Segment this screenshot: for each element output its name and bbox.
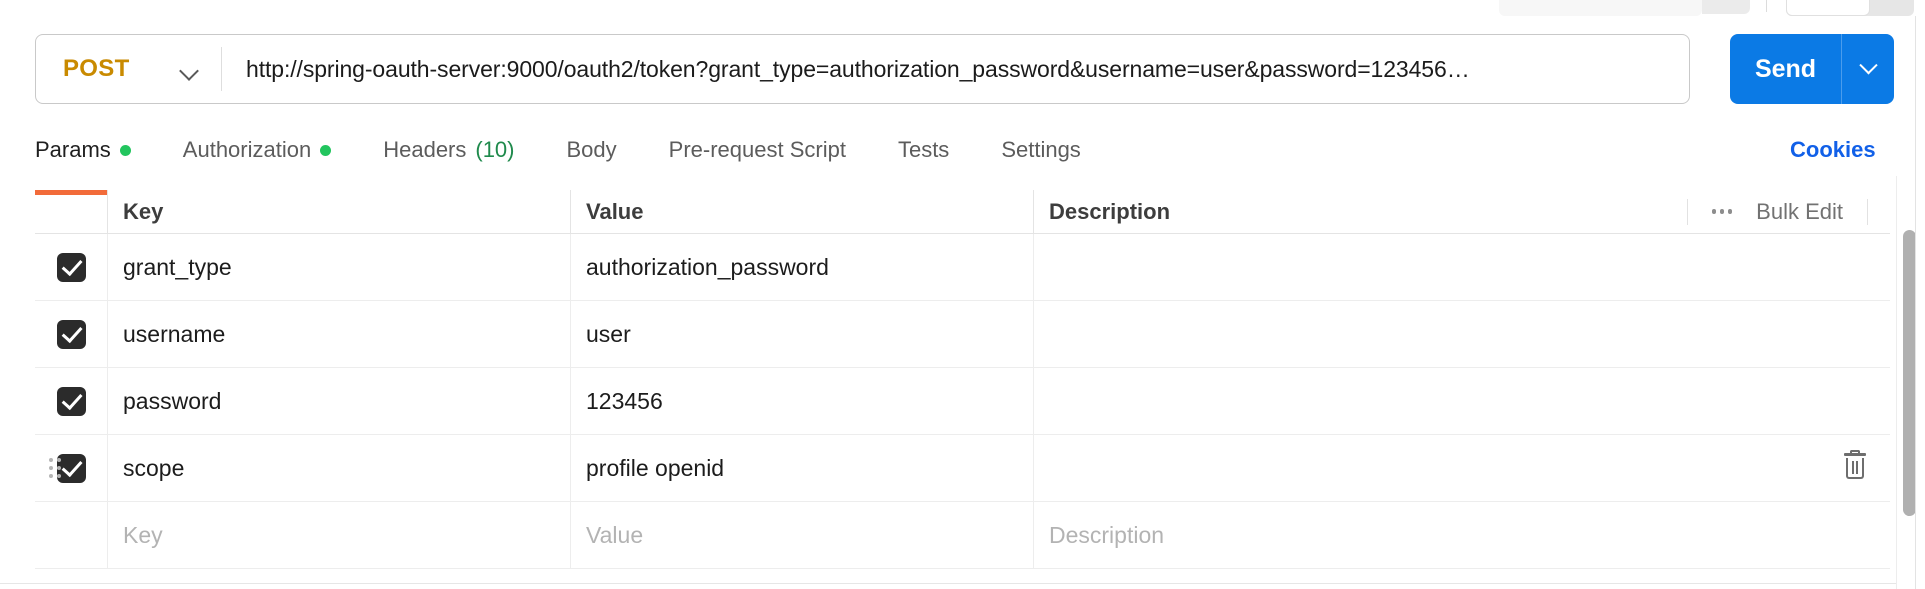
- table-row[interactable]: password 123456: [35, 368, 1890, 435]
- actions-divider-left: [1686, 198, 1688, 225]
- row-key-text: scope: [123, 454, 185, 481]
- column-header-value: Value: [586, 198, 644, 224]
- tab-tests[interactable]: Tests: [898, 122, 949, 178]
- row-key-cell[interactable]: scope: [108, 435, 571, 501]
- tab-label: Params: [35, 137, 111, 162]
- table-row[interactable]: scope profile openid: [35, 435, 1890, 502]
- request-tabs: Params Authorization Headers (10) Body P…: [35, 122, 1133, 178]
- row-key-cell[interactable]: grant_type: [108, 234, 571, 300]
- chevron-down-icon: [1858, 55, 1878, 74]
- chrome-divider: [1766, 0, 1767, 12]
- row-value-text: authorization_password: [586, 253, 829, 280]
- header-description-cell: Description Bulk Edit: [1034, 190, 1890, 233]
- row-description-cell[interactable]: [1034, 234, 1890, 300]
- row-key-cell[interactable]: password: [108, 368, 571, 434]
- actions-divider-right: [1867, 198, 1868, 225]
- row-checkbox-cell: [35, 301, 108, 367]
- tab-count: (10): [475, 137, 515, 162]
- table-row[interactable]: grant_type authorization_password: [35, 234, 1890, 301]
- row-checkbox-cell: [35, 435, 108, 501]
- row-key-text: grant_type: [123, 253, 232, 280]
- request-url-bar: POST http://spring-oauth-server:9000/oau…: [35, 34, 1690, 104]
- trash-icon[interactable]: [1842, 450, 1868, 483]
- bulk-edit-button[interactable]: Bulk Edit: [1756, 199, 1843, 225]
- bottom-divider: [0, 583, 1896, 584]
- right-panel-divider: [1915, 16, 1916, 589]
- table-row-empty[interactable]: Key Value Description: [35, 502, 1890, 569]
- row-key-text: password: [123, 387, 222, 414]
- new-value-input[interactable]: Value: [571, 502, 1034, 568]
- send-button-group: Send: [1730, 34, 1894, 104]
- row-enabled-checkbox[interactable]: [56, 319, 86, 349]
- http-method-label: POST: [63, 55, 130, 82]
- chrome-element-a[interactable]: [1499, 0, 1702, 16]
- new-key-input[interactable]: Key: [108, 502, 571, 568]
- row-checkbox-cell: [35, 502, 108, 568]
- header-key-cell: Key: [108, 190, 571, 233]
- row-value-text: profile openid: [586, 454, 725, 481]
- column-header-description: Description: [1049, 198, 1171, 224]
- tab-body[interactable]: Body: [567, 122, 617, 178]
- vertical-scrollbar[interactable]: [1896, 176, 1925, 589]
- params-table: Key Value Description Bulk Edit grant_ty…: [35, 190, 1890, 569]
- send-options-button[interactable]: [1842, 34, 1894, 104]
- top-chrome-strip: [0, 0, 1925, 16]
- row-enabled-checkbox[interactable]: [56, 252, 86, 282]
- tab-authorization[interactable]: Authorization: [182, 122, 332, 178]
- row-description-cell[interactable]: [1034, 435, 1890, 501]
- tab-label: Settings: [1001, 137, 1081, 162]
- url-bar-container: POST http://spring-oauth-server:9000/oau…: [35, 34, 1690, 104]
- tab-params[interactable]: Params: [35, 122, 131, 178]
- row-value-cell[interactable]: authorization_password: [571, 234, 1034, 300]
- new-description-placeholder: Description: [1049, 521, 1165, 548]
- new-value-placeholder: Value: [586, 521, 644, 548]
- modified-dot-icon: [119, 144, 131, 156]
- row-value-cell[interactable]: 123456: [571, 368, 1034, 434]
- row-value-cell[interactable]: profile openid: [571, 435, 1034, 501]
- tab-label: Pre-request Script: [668, 137, 846, 162]
- send-button[interactable]: Send: [1730, 34, 1841, 104]
- http-method-selector[interactable]: POST: [36, 35, 221, 103]
- table-actions: Bulk Edit: [1686, 190, 1868, 233]
- header-checkbox-cell: [35, 190, 108, 233]
- column-header-key: Key: [123, 198, 164, 224]
- row-enabled-checkbox[interactable]: [56, 386, 86, 416]
- row-value-cell[interactable]: user: [571, 301, 1034, 367]
- tab-label: Tests: [897, 137, 950, 162]
- header-value-cell: Value: [571, 190, 1034, 233]
- row-checkbox-cell: [35, 368, 108, 434]
- postman-request-pane: POST http://spring-oauth-server:9000/oau…: [0, 0, 1925, 589]
- new-key-placeholder: Key: [123, 521, 163, 548]
- tab-label: Body: [566, 137, 617, 162]
- row-description-cell[interactable]: [1034, 301, 1890, 367]
- chrome-element-b[interactable]: [1702, 0, 1750, 14]
- url-input[interactable]: http://spring-oauth-server:9000/oauth2/t…: [222, 35, 1689, 103]
- more-options-icon[interactable]: [1711, 209, 1733, 214]
- url-text: http://spring-oauth-server:9000/oauth2/t…: [246, 55, 1470, 82]
- tab-label: Headers: [383, 137, 467, 162]
- row-checkbox-cell: [35, 234, 108, 300]
- tab-pre-request-script[interactable]: Pre-request Script: [669, 122, 846, 178]
- chrome-element-d[interactable]: [1786, 0, 1870, 16]
- drag-handle-icon[interactable]: [49, 458, 62, 478]
- row-key-text: username: [123, 320, 226, 347]
- row-value-text: 123456: [586, 387, 663, 414]
- tab-label: Authorization: [182, 137, 312, 162]
- new-description-input[interactable]: Description: [1034, 502, 1890, 568]
- row-value-text: user: [586, 320, 631, 347]
- table-header-row: Key Value Description Bulk Edit: [35, 190, 1890, 234]
- row-key-cell[interactable]: username: [108, 301, 571, 367]
- table-row[interactable]: username user: [35, 301, 1890, 368]
- cookies-link[interactable]: Cookies: [1790, 122, 1876, 178]
- chevron-down-icon: [180, 60, 199, 79]
- modified-dot-icon: [320, 144, 332, 156]
- row-description-cell[interactable]: [1034, 368, 1890, 434]
- tab-settings[interactable]: Settings: [1001, 122, 1081, 178]
- tab-headers[interactable]: Headers (10): [383, 122, 514, 178]
